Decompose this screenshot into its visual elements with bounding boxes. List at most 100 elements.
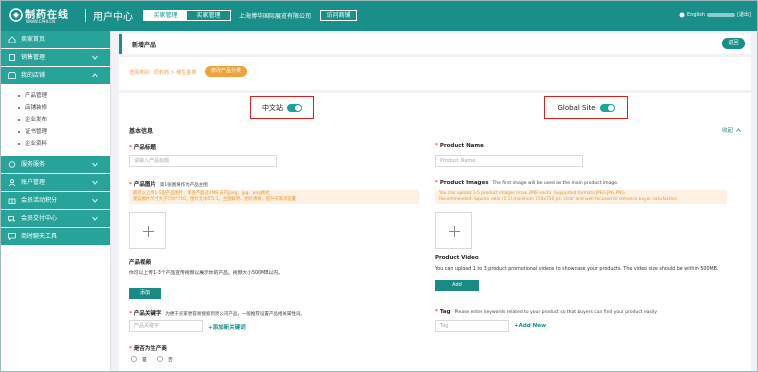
logo[interactable]: 制药在线 WWW.CPHI.CN [9, 5, 81, 27]
shop-icon [8, 72, 16, 79]
main-content: 新增产品 返回 选择类别：原料药 > 维生素类 修改产品分类 中文站 Globa… [119, 34, 751, 371]
en-product-name-input[interactable]: Product Name [435, 155, 583, 167]
cn-images-warning-line-2: 建议图片尺寸大于750*750，图片无水印1:1，主图鲜明、图片清晰，提升买家浏… [133, 197, 296, 202]
producer-yes-radio[interactable] [131, 356, 137, 362]
page-header: 新增产品 返回 [119, 34, 751, 54]
cn-add-video-button[interactable]: 添加 [129, 288, 161, 299]
sidebar-item-delivery[interactable]: 会员交付中心 [1, 210, 110, 228]
producer-no-label: 否 [168, 358, 173, 363]
role-tabs: 买家管理 买家管理 [143, 10, 231, 21]
back-button[interactable]: 返回 [722, 38, 745, 49]
en-images-warning: You can upload 1-5 product images (max 2… [435, 190, 727, 204]
section-title-basic-info: 基本信息 [129, 128, 154, 135]
required-marker: * [435, 180, 438, 186]
delivery-icon [8, 216, 15, 222]
global-site-label: Global Site [557, 103, 596, 112]
chevron-down-icon [92, 162, 98, 167]
sidebar-item-label: 会员活动积分 [21, 197, 58, 204]
page-title: 新增产品 [132, 42, 157, 49]
cn-video-description: 你可以上传1-3个产品宣传视频以展示你的产品。视频大小500MB以内。 [129, 271, 283, 276]
required-marker: * [129, 182, 132, 188]
cn-product-title-input[interactable]: 请输入产品标题 [129, 155, 277, 167]
language-switch[interactable]: English [687, 12, 705, 18]
tab-buyer-management[interactable]: 买家管理 [187, 11, 230, 20]
sidebar-item-label: 我的店铺 [21, 72, 46, 79]
document-icon [9, 54, 15, 61]
en-name-label: * Product Name [435, 143, 484, 149]
required-marker: * [435, 309, 438, 315]
change-category-button[interactable]: 修改产品分类 [205, 66, 247, 77]
required-marker: * [129, 145, 132, 151]
cn-add-keyword-link[interactable]: +添加新关键词 [208, 323, 246, 331]
category-breadcrumb: 选择类别：原料药 > 维生素类 [129, 70, 197, 76]
sidebar-item-my-shop[interactable]: 我的店铺 [1, 67, 110, 85]
en-tag-label: * Tag Please enter keywords related to you… [435, 309, 658, 315]
chat-icon [8, 233, 16, 240]
required-marker: * [129, 346, 132, 352]
visit-shop-button[interactable]: 访问商铺 [320, 10, 357, 21]
cn-images-label: * 产品图片 第1张图将作为产品主图 [129, 182, 208, 188]
sidebar-item-account[interactable]: 账户管理 [1, 174, 110, 192]
submenu-shop-decoration[interactable]: 店铺装修 [1, 102, 110, 114]
username-redacted [707, 12, 736, 17]
collapse-label: 收起 [721, 128, 733, 134]
tab-seller-management[interactable]: 买家管理 [144, 11, 187, 20]
cn-producer-label: * 是否为生产商 [129, 346, 167, 352]
sidebar: 卖家首页 销售管理 我的店铺 产品管理 店铺装修 企业发布 证书管理 企业资料 … [1, 31, 111, 371]
global-site-switch: Global Site [544, 96, 628, 119]
chevron-down-icon [92, 216, 98, 221]
sidebar-item-services[interactable]: 服务服务 [1, 156, 110, 174]
en-tag-input[interactable]: Tag [435, 320, 509, 332]
logout-link[interactable]: [退出] [737, 11, 751, 18]
sidebar-item-points[interactable]: 会员活动积分 [1, 192, 110, 210]
sidebar-item-seller-home[interactable]: 卖家首页 [1, 31, 110, 49]
en-add-video-button[interactable]: Add [435, 280, 479, 291]
header-divider [85, 9, 86, 22]
en-add-tag-link[interactable]: +Add New [514, 323, 546, 329]
top-bar: 制药在线 WWW.CPHI.CN 用户中心 买家管理 买家管理 上海博华国际展览… [1, 1, 757, 31]
app-frame: 制药在线 WWW.CPHI.CN 用户中心 买家管理 买家管理 上海博华国际展览… [0, 0, 758, 372]
producer-no-radio[interactable] [157, 356, 163, 362]
global-site-toggle[interactable] [599, 103, 615, 112]
chevron-down-icon [92, 180, 98, 185]
submenu-certificate[interactable]: 证书管理 [1, 126, 110, 138]
chevron-up-icon [92, 73, 98, 78]
home-icon [8, 36, 16, 43]
collapse-toggle[interactable]: 收起 [722, 126, 741, 134]
category-bar: 选择类别：原料药 > 维生素类 修改产品分类 [119, 57, 751, 90]
cn-site-switch: 中文站 [250, 96, 314, 119]
product-form: 中文站 Global Site 基本信息 收起 * 产品标题 请输入产品标题 * 产… [119, 93, 751, 371]
en-image-upload[interactable] [435, 212, 472, 249]
submenu-product-management[interactable]: 产品管理 [1, 90, 110, 102]
sidebar-item-label: 商时聊天工具 [21, 233, 58, 240]
cn-site-toggle[interactable] [287, 103, 302, 112]
submenu-company-profile[interactable]: 企业资料 [1, 138, 110, 150]
cn-keyword-input[interactable]: 产品关键字 [129, 320, 203, 332]
cn-image-upload[interactable] [129, 212, 166, 249]
chevron-up-icon [736, 128, 741, 132]
sidebar-item-label: 销售管理 [21, 54, 46, 61]
user-menu: English [退出] [679, 11, 751, 18]
chevron-down-icon [92, 198, 98, 203]
cn-video-label: 产品视频 [129, 260, 152, 266]
globe-icon[interactable] [679, 12, 685, 18]
en-images-warning-line-2: Recommended: Square ratio (1:1),minimum … [439, 197, 679, 202]
sidebar-item-label: 服务服务 [21, 161, 46, 168]
en-video-label: Product Video [435, 255, 479, 261]
company-name: 上海博华国际展览有限公司 [239, 13, 312, 20]
producer-yes-label: 是 [142, 358, 147, 363]
cn-images-warning: 最可以上传1-5张产品图片，单张不超过2MB,支持jpeg、jpg、png格式 … [129, 190, 419, 204]
gift-icon [8, 198, 16, 204]
user-center-title: 用户中心 [93, 12, 133, 23]
cn-site-label: 中文站 [262, 103, 283, 112]
service-icon [8, 161, 16, 168]
sidebar-item-chat[interactable]: 商时聊天工具 [1, 228, 110, 246]
required-marker: * [435, 143, 438, 149]
sidebar-item-label: 账户管理 [21, 179, 46, 186]
en-video-description: You can upload 1 to 3 product promotiona… [435, 267, 719, 272]
sidebar-item-sales[interactable]: 销售管理 [1, 49, 110, 67]
en-images-label: * Product Images The first image will be u… [435, 180, 619, 186]
submenu-company-publish[interactable]: 企业发布 [1, 114, 110, 126]
chevron-down-icon [92, 55, 98, 60]
my-shop-submenu: 产品管理 店铺装修 企业发布 证书管理 企业资料 [1, 85, 110, 156]
